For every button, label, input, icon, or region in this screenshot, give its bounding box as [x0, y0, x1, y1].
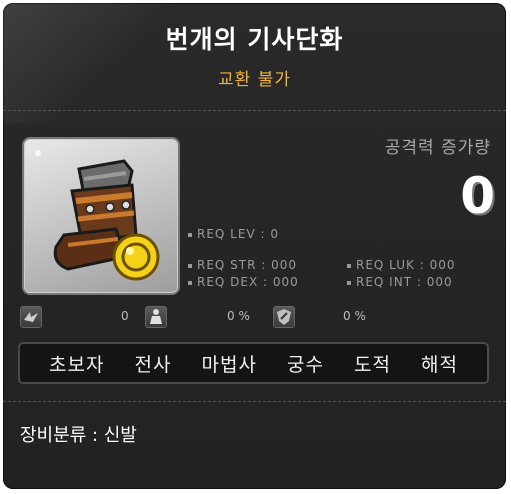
req-dex: REQ DEX : 000 — [188, 275, 299, 289]
divider-top — [3, 110, 506, 111]
bullet-icon — [188, 263, 192, 268]
bullet-icon — [347, 263, 351, 268]
req-dex-text: REQ DEX : 000 — [197, 275, 299, 289]
stat-value-2: 0 % — [227, 309, 250, 323]
item-tooltip: 번개의 기사단화 교환 불가 공격력 증가량 0 REQ LEV: 0 REQ… — [3, 3, 506, 489]
job-beginner: 초보자 — [49, 353, 105, 376]
wing-emblem-icon — [20, 306, 42, 328]
job-magician: 마법사 — [201, 353, 257, 376]
equipment-category: 장비분류 : 신발 — [20, 425, 137, 446]
job-warrior: 전사 — [134, 353, 172, 376]
shield-icon — [273, 306, 295, 328]
req-int: REQ INT : 000 — [347, 275, 453, 289]
stat-value-3: 0 % — [343, 309, 366, 323]
attack-increase-value: 0 — [460, 167, 495, 225]
boots-icon — [35, 150, 160, 281]
item-icon-frame — [22, 137, 180, 295]
job-thief: 도적 — [353, 353, 391, 376]
req-luk-text: REQ LUK : 000 — [356, 258, 456, 272]
attack-increase-label: 공격력 증가량 — [384, 138, 491, 158]
req-int-text: REQ INT : 000 — [356, 275, 453, 289]
character-figure-icon — [145, 306, 167, 328]
req-str: REQ STR : 000 — [188, 258, 297, 272]
job-bowman: 궁수 — [286, 353, 324, 376]
item-name: 번개의 기사단화 — [165, 25, 344, 54]
req-luk: REQ LUK : 000 — [347, 258, 456, 272]
job-pirate: 해적 — [420, 353, 458, 376]
req-level-text: REQ LEV : 0 — [197, 227, 279, 241]
stat-value-1: 0 — [121, 309, 129, 323]
job-requirements-bar: 초보자 전사 마법사 궁수 도적 해적 — [18, 342, 489, 384]
bullet-icon — [347, 280, 351, 285]
req-str-text: REQ STR : 000 — [197, 258, 298, 272]
bullet-icon — [188, 232, 192, 237]
divider-bottom — [3, 401, 506, 402]
trade-status: 교환 불가 — [218, 70, 291, 90]
bullet-icon — [188, 280, 192, 285]
req-level: REQ LEV : 0 — [188, 227, 279, 241]
